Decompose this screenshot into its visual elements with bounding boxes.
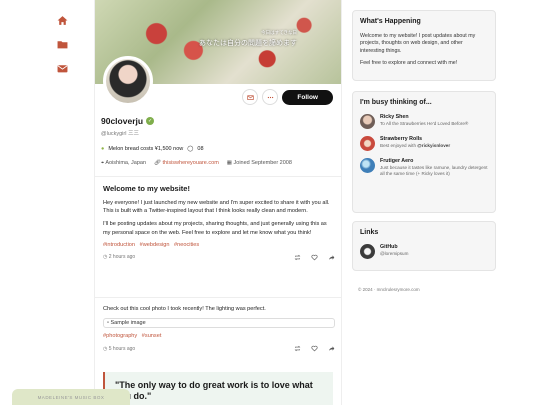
calendar-icon: ▦ — [226, 160, 232, 166]
post-image-alt: Sample image — [110, 320, 146, 327]
thinking-item[interactable]: Strawberry Rolls Best enjoyed with @rick… — [360, 136, 488, 151]
thinking-item-title: Strawberry Rolls — [380, 136, 423, 142]
avatar — [360, 136, 375, 151]
website-link[interactable]: thisiswhereyouare.com — [163, 160, 219, 166]
joined-text: Joined September 2008 — [233, 160, 292, 166]
location-item: ⌖ Aoishima, Japan — [101, 160, 146, 167]
post-time-text: 5 hours ago — [108, 345, 136, 352]
mail-icon[interactable] — [56, 62, 68, 74]
thinking-item-desc: Best enjoyed with @rickyisnlover — [380, 143, 450, 149]
status-text: Melon bread costs ¥1,500 now — [108, 146, 184, 152]
profile-handle: @luckygirl 三三 — [101, 131, 139, 137]
thinking-item-title: Frutiger Aero — [380, 158, 414, 164]
banner-caption: 今日はすてきな日 あなたは自分の問題を諦めます — [199, 30, 297, 48]
location-icon: ⌖ — [101, 160, 105, 166]
card-title: I'm busy thinking of... — [360, 99, 432, 106]
profile-status: ● Melon bread costs ¥1,500 now ◯ 08 — [101, 146, 337, 152]
profile-meta: ⌖ Aoishima, Japan 🔗︎ thisiswhereyouare.c… — [101, 160, 337, 167]
post-tags: #photography #sunset — [103, 333, 335, 339]
profile-actions: Follow — [242, 89, 333, 105]
home-icon[interactable] — [56, 14, 68, 26]
thinking-card: I'm busy thinking of... Ricky Shen To Al… — [352, 91, 496, 213]
follow-button[interactable]: Follow — [282, 89, 333, 105]
link-icon: 🔗︎ — [154, 160, 161, 166]
post-tags: #introduction #webdesign #neocities — [103, 242, 335, 248]
share-icon[interactable] — [328, 345, 335, 352]
comment-icon: ◯ — [187, 146, 194, 152]
post-card: Welcome to my website! Hey everyone! I j… — [95, 176, 341, 268]
post-paragraph: Hey everyone! I just launched my new web… — [103, 200, 330, 215]
post-paragraph: Check out this cool photo I took recentl… — [103, 306, 266, 312]
thinking-item-desc: Just because it tastes like ramune, laun… — [380, 165, 488, 176]
happening-card: What's Happening Welcome to my website! … — [352, 10, 496, 81]
thinking-item-title: Ricky Shen — [380, 114, 409, 120]
melon-icon: ● — [101, 146, 105, 152]
footer-text: © 2024 · mnclrulesrymore.com — [358, 287, 420, 292]
website-item[interactable]: 🔗︎ thisiswhereyouare.com — [154, 160, 219, 167]
thinking-item-desc-text: Best enjoyed with — [380, 143, 417, 148]
tag-link[interactable]: #sunset — [142, 333, 162, 339]
post-footer: ◷ 2 hours ago — [103, 254, 335, 261]
link-desc: @loremipsum — [380, 251, 409, 256]
post-time-text: 2 hours ago — [108, 254, 136, 261]
link-title: GitHub — [380, 244, 398, 250]
more-options-button[interactable] — [262, 89, 279, 105]
tag-link[interactable]: #introduction — [103, 242, 135, 248]
share-icon[interactable] — [328, 254, 335, 261]
mention-link[interactable]: @rickyisnlover — [417, 143, 450, 148]
post-time: ◷ 2 hours ago — [103, 254, 136, 261]
thinking-item-desc: To All the Strawberries He'd Loved Befor… — [380, 121, 469, 126]
left-nav — [56, 14, 70, 86]
repost-icon[interactable] — [294, 254, 301, 261]
avatar — [360, 114, 375, 129]
tag-link[interactable]: #webdesign — [140, 242, 170, 248]
post-title: Welcome to my website! — [103, 184, 190, 193]
thinking-item[interactable]: Frutiger Aero Just because it tastes lik… — [360, 158, 488, 176]
post-footer: ◷ 5 hours ago — [103, 345, 335, 352]
link-item[interactable]: GitHub @loremipsum — [360, 244, 488, 259]
links-card: Links GitHub @loremipsum — [352, 221, 496, 271]
post-actions — [294, 345, 335, 352]
tag-link[interactable]: #neocities — [174, 242, 199, 248]
card-text: Feel free to explore and connect with me… — [360, 59, 458, 66]
more-icon — [267, 96, 274, 98]
profile-info: 90cloverju ✓ @luckygirl 三三 ● Melon bread… — [101, 116, 337, 167]
music-box-tab[interactable]: MADELEINE'S MUSIC BOX — [12, 389, 130, 405]
folder-icon[interactable] — [56, 38, 68, 50]
avatar — [103, 56, 153, 106]
location-text: Aoishima, Japan — [105, 160, 147, 166]
profile-name: 90cloverju — [101, 116, 144, 126]
post-time: ◷ 5 hours ago — [103, 345, 136, 352]
verified-icon: ✓ — [146, 117, 155, 125]
banner-caption-main: あなたは自分の問題を諦めます — [199, 40, 297, 47]
post-paragraph: I'll be posting updates about my project… — [103, 221, 327, 236]
heart-icon[interactable] — [311, 345, 318, 352]
card-title: What's Happening — [360, 18, 421, 25]
status-count: 08 — [197, 146, 204, 152]
tag-link[interactable]: #photography — [103, 333, 137, 339]
quote-block: "The only way to do great work is to lov… — [103, 372, 333, 405]
message-button[interactable] — [242, 89, 259, 105]
thinking-item[interactable]: Ricky Shen To All the Strawberries He'd … — [360, 114, 488, 129]
banner-caption-small: 今日はすてきな日 — [261, 30, 297, 35]
post-card: Check out this cool photo I took recentl… — [95, 297, 341, 359]
github-icon — [360, 244, 375, 259]
post-image[interactable]: ▫ Sample image — [103, 318, 335, 329]
repost-icon[interactable] — [294, 345, 301, 352]
joined-item: ▦ Joined September 2008 — [227, 160, 292, 167]
card-title: Links — [360, 229, 379, 236]
avatar — [360, 158, 375, 173]
mail-icon — [247, 94, 254, 100]
card-text: Welcome to my website! I post updates ab… — [360, 33, 476, 54]
main-column: 今日はすてきな日 あなたは自分の問題を諦めます Follow 90cloverj… — [94, 0, 342, 405]
heart-icon[interactable] — [311, 254, 318, 261]
post-actions — [294, 254, 335, 261]
